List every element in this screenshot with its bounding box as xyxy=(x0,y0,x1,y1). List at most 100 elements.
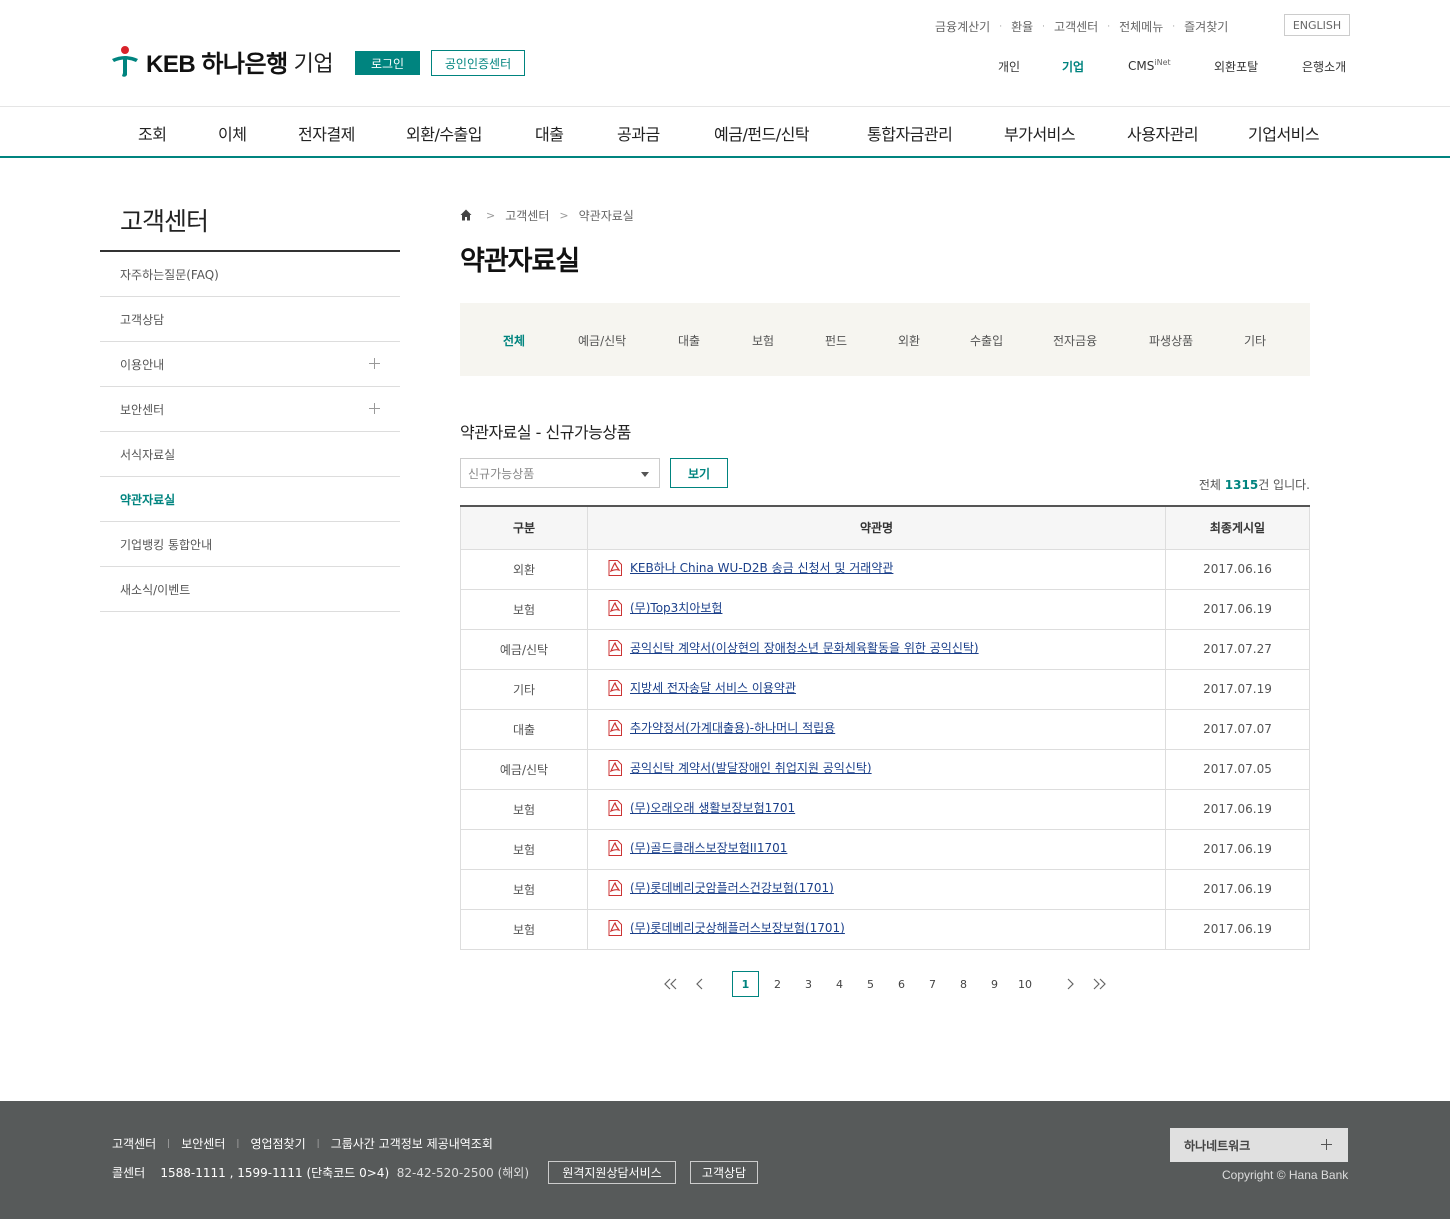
home-icon[interactable] xyxy=(460,209,472,221)
tab-export-import[interactable]: 수출입 xyxy=(970,332,1003,349)
topnav-personal[interactable]: 개인 xyxy=(998,58,1020,75)
side-nav-item-label: 새소식/이벤트 xyxy=(120,582,191,597)
cell-category: 보험 xyxy=(460,868,588,910)
tab-all[interactable]: 전체 xyxy=(503,332,525,349)
gnb-user-management[interactable]: 사용자관리 xyxy=(1127,121,1199,145)
topnav-about[interactable]: 은행소개 xyxy=(1302,58,1346,75)
terms-link[interactable]: (무)롯데베리굿상해플러스보장보험(1701) xyxy=(608,919,845,936)
plus-icon[interactable] xyxy=(369,358,380,369)
side-nav-item-label: 자주하는질문(FAQ) xyxy=(120,267,219,282)
page-number[interactable]: 10 xyxy=(1010,971,1040,997)
breadcrumb-item[interactable]: 약관자료실 xyxy=(579,207,634,224)
tab-insurance[interactable]: 보험 xyxy=(752,332,774,349)
consult-button[interactable]: 고객상담 xyxy=(690,1161,758,1184)
util-separator: · xyxy=(1042,21,1046,32)
footer-link-branch-finder[interactable]: 영업점찾기 xyxy=(250,1135,305,1152)
gnb-e-payment[interactable]: 전자결제 xyxy=(298,121,355,145)
side-nav-item-forms[interactable]: 서식자료실 xyxy=(100,432,400,477)
gnb-transfer[interactable]: 이체 xyxy=(218,121,247,145)
side-nav-item-label: 이용안내 xyxy=(120,357,165,372)
side-nav-item-faq[interactable]: 자주하는질문(FAQ) xyxy=(100,252,400,297)
gnb-inquiry[interactable]: 조회 xyxy=(138,121,167,145)
cell-title: (무)롯데베리굿암플러스건강보험(1701) xyxy=(587,868,1166,910)
terms-link[interactable]: 지방세 전자송달 서비스 이용약관 xyxy=(608,679,796,696)
breadcrumb-item[interactable]: 고객센터 xyxy=(505,207,549,224)
english-button[interactable]: ENGLISH xyxy=(1284,14,1350,36)
topnav-cms-label: CMS xyxy=(1128,59,1155,73)
side-nav-item-banking-guide[interactable]: 기업뱅킹 통합안내 xyxy=(100,522,400,567)
page-number[interactable]: 9 xyxy=(981,971,1008,997)
tab-etc[interactable]: 기타 xyxy=(1244,332,1266,349)
tab-deposit-trust[interactable]: 예금/신탁 xyxy=(578,332,626,349)
result-count: 전체 1315건 입니다. xyxy=(1199,476,1310,493)
gnb-deposit-fund-trust[interactable]: 예금/펀드/신탁 xyxy=(714,121,810,145)
page-number[interactable]: 8 xyxy=(950,971,977,997)
table-row: 예금/신탁 공익신탁 계약서(발달장애인 취업지원 공익신탁) 2017.07.05 xyxy=(460,748,1310,790)
tab-fx[interactable]: 외환 xyxy=(898,332,920,349)
table-body: 외환 KEB하나 China WU-D2B 송금 신청서 및 거래약관 2017.0… xyxy=(460,548,1310,950)
tab-derivatives[interactable]: 파생상품 xyxy=(1149,332,1193,349)
terms-link[interactable]: 공익신탁 계약서(발달장애인 취업지원 공익신탁) xyxy=(608,759,872,776)
view-button[interactable]: 보기 xyxy=(670,458,728,488)
terms-link[interactable]: (무)Top3치아보험 xyxy=(608,599,722,616)
tab-fund[interactable]: 펀드 xyxy=(825,332,847,349)
tab-loan[interactable]: 대출 xyxy=(678,332,700,349)
cell-date: 2017.06.19 xyxy=(1165,828,1310,870)
cell-category: 보험 xyxy=(460,908,588,950)
cell-category: 대출 xyxy=(460,708,588,750)
footer-link-security-center[interactable]: 보안센터 xyxy=(181,1135,225,1152)
first-page-icon[interactable] xyxy=(662,971,680,997)
gnb-cash-management[interactable]: 통합자금관리 xyxy=(867,121,953,145)
page-number[interactable]: 6 xyxy=(888,971,915,997)
topnav-business[interactable]: 기업 xyxy=(1062,58,1084,75)
remote-support-button[interactable]: 원격지원상담서비스 xyxy=(548,1161,676,1184)
side-nav-item-terms[interactable]: 약관자료실 xyxy=(100,477,400,522)
terms-link[interactable]: 공익신탁 계약서(이상현의 장애청소년 문화체육활동을 위한 공익신탁) xyxy=(608,639,979,656)
plus-icon[interactable] xyxy=(369,403,380,414)
page-number[interactable]: 5 xyxy=(857,971,884,997)
terms-link[interactable]: 추가약정서(가계대출용)-하나머니 적립용 xyxy=(608,719,835,736)
prev-page-icon[interactable] xyxy=(693,971,707,997)
side-nav-item-label: 약관자료실 xyxy=(120,492,176,507)
page-title: 약관자료실 xyxy=(460,246,580,277)
gnb-loan[interactable]: 대출 xyxy=(535,121,564,145)
util-customer-center[interactable]: 고객센터 xyxy=(1054,18,1098,35)
page-number[interactable]: 3 xyxy=(795,971,822,997)
footer-separator: | xyxy=(236,1138,240,1149)
terms-link[interactable]: (무)오래오래 생활보장보험1701 xyxy=(608,799,795,816)
last-page-icon[interactable] xyxy=(1090,971,1108,997)
terms-title: 공익신탁 계약서(이상현의 장애청소년 문화체육활동을 위한 공익신탁) xyxy=(630,641,979,656)
footer-link-group-info[interactable]: 그룹사간 고객정보 제공내역조회 xyxy=(331,1135,493,1152)
table-row: 보험 (무)롯데베리굿암플러스건강보험(1701) 2017.06.19 xyxy=(460,868,1310,910)
side-nav-item-news[interactable]: 새소식/이벤트 xyxy=(100,567,400,612)
page-number[interactable]: 2 xyxy=(764,971,791,997)
util-exchange-rate[interactable]: 환율 xyxy=(1011,18,1033,35)
tab-e-finance[interactable]: 전자금융 xyxy=(1053,332,1097,349)
util-favorites[interactable]: 즐겨찾기 xyxy=(1184,18,1228,35)
topnav-cms[interactable]: CMSiNet xyxy=(1128,58,1171,73)
footer-link-customer-center[interactable]: 고객센터 xyxy=(112,1135,156,1152)
footer: 고객센터 | 보안센터 | 영업점찾기 | 그룹사간 고객정보 제공내역조회 콜… xyxy=(0,1101,1450,1219)
util-separator: · xyxy=(1172,21,1176,32)
page-number[interactable]: 7 xyxy=(919,971,946,997)
side-nav-item-security[interactable]: 보안센터 xyxy=(100,387,400,432)
page-number[interactable]: 1 xyxy=(732,971,759,997)
side-nav-item-consulting[interactable]: 고객상담 xyxy=(100,297,400,342)
terms-link[interactable]: (무)롯데베리굿암플러스건강보험(1701) xyxy=(608,879,834,896)
gnb-fx-trade[interactable]: 외환/수출입 xyxy=(406,121,483,145)
next-page-icon[interactable] xyxy=(1063,971,1077,997)
terms-link[interactable]: KEB하나 China WU-D2B 송금 신청서 및 거래약관 xyxy=(608,559,893,576)
gnb-extra-services[interactable]: 부가서비스 xyxy=(1004,121,1076,145)
gnb-public-charges[interactable]: 공과금 xyxy=(617,121,660,145)
util-all-menu[interactable]: 전체메뉴 xyxy=(1119,18,1163,35)
terms-link[interactable]: (무)골드클래스보장보험II1701 xyxy=(608,839,787,856)
product-status-select[interactable]: 신규가능상품 xyxy=(460,458,660,488)
util-calculator[interactable]: 금융계산기 xyxy=(935,18,990,35)
topnav-fx-portal[interactable]: 외환포탈 xyxy=(1214,58,1258,75)
side-nav-item-guide[interactable]: 이용안내 xyxy=(100,342,400,387)
hana-network-dropdown[interactable]: 하나네트워크 xyxy=(1170,1128,1348,1162)
select-value: 신규가능상품 xyxy=(468,466,535,481)
table-row: 외환 KEB하나 China WU-D2B 송금 신청서 및 거래약관 2017.0… xyxy=(460,548,1310,590)
gnb-business-services[interactable]: 기업서비스 xyxy=(1248,121,1320,145)
page-number[interactable]: 4 xyxy=(826,971,853,997)
